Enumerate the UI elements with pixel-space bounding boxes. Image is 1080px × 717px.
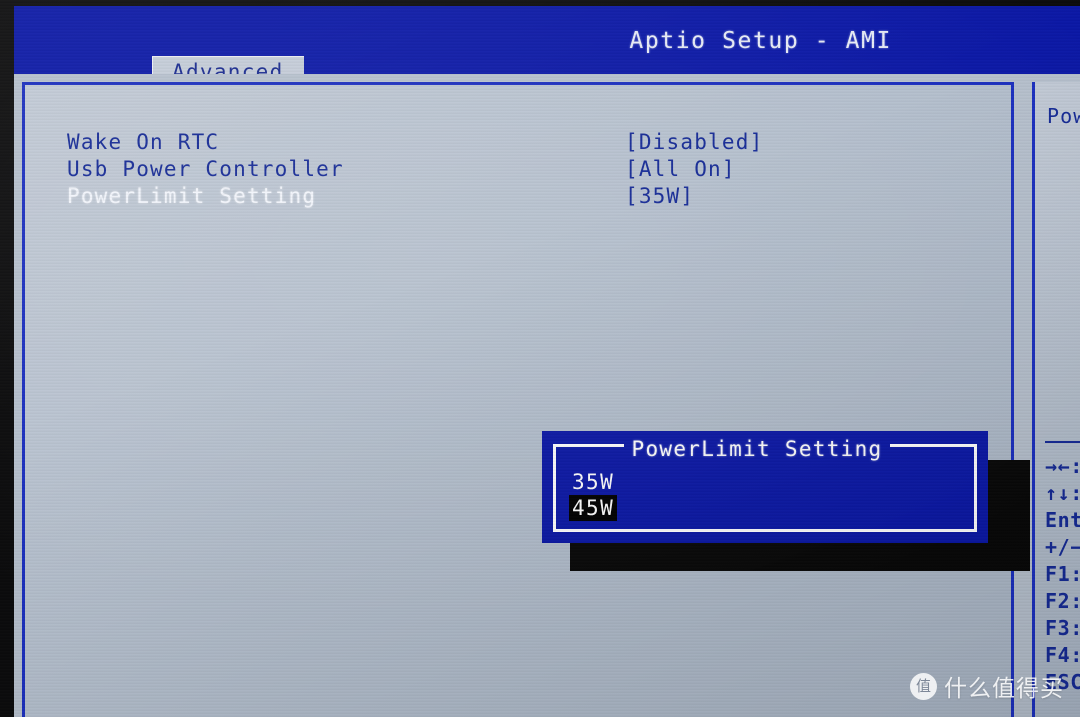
- setting-label: Wake On RTC: [67, 130, 220, 154]
- hotkey-plus-minus: +/−: [1045, 535, 1080, 559]
- hotkey-f3: F3:: [1045, 616, 1080, 640]
- hotkey-f4: F4:: [1045, 643, 1080, 667]
- setting-label: PowerLimit Setting: [67, 184, 317, 208]
- powerlimit-dialog: PowerLimit Setting 35W 45W: [542, 431, 988, 543]
- dialog-option-45w[interactable]: 45W: [569, 495, 618, 521]
- photo-frame: Aptio Setup - AMI Advanced Wake On RTC […: [0, 0, 1080, 717]
- hotkey-select-item: ↑↓:: [1045, 481, 1080, 505]
- help-text: Pow: [1047, 104, 1080, 128]
- hotkey-enter: Ent: [1045, 508, 1080, 532]
- bios-screen: Aptio Setup - AMI Advanced Wake On RTC […: [14, 6, 1080, 717]
- watermark-text: 什么值得买: [944, 676, 1064, 702]
- watermark: 值 什么值得买: [910, 669, 1064, 703]
- hotkey-f2: F2:: [1045, 589, 1080, 613]
- dialog-title: PowerLimit Setting: [631, 437, 883, 461]
- bios-body: Wake On RTC [Disabled] Usb Power Control…: [14, 74, 1080, 717]
- setting-label: Usb Power Controller: [67, 157, 344, 181]
- setting-value[interactable]: [35W]: [625, 184, 694, 208]
- hotkey-f1: F1:: [1045, 562, 1080, 586]
- settings-list: Wake On RTC [Disabled] Usb Power Control…: [67, 130, 967, 211]
- help-separator: [1045, 441, 1080, 443]
- hotkey-legend: →←: ↑↓: Ent +/− F1: F2: F3: F4: ESC: [1045, 453, 1080, 696]
- hotkey-select-screen: →←:: [1045, 454, 1080, 478]
- setting-row-usb-power-controller[interactable]: Usb Power Controller [All On]: [67, 157, 967, 184]
- dialog-option-list: 35W 45W: [569, 469, 618, 521]
- setting-row-powerlimit-setting[interactable]: PowerLimit Setting [35W]: [67, 184, 967, 211]
- settings-panel: Wake On RTC [Disabled] Usb Power Control…: [22, 82, 1014, 717]
- setting-row-wake-on-rtc[interactable]: Wake On RTC [Disabled]: [67, 130, 967, 157]
- dialog-option-35w[interactable]: 35W: [569, 469, 617, 495]
- watermark-badge-icon: 值: [910, 672, 937, 700]
- setting-value[interactable]: [All On]: [625, 157, 736, 181]
- bios-header: Aptio Setup - AMI Advanced: [14, 20, 1080, 88]
- setting-value[interactable]: [Disabled]: [625, 130, 763, 154]
- page-title: Aptio Setup - AMI: [629, 28, 892, 54]
- help-panel: Pow →←: ↑↓: Ent +/− F1: F2: F3: F4: ESC: [1032, 82, 1080, 717]
